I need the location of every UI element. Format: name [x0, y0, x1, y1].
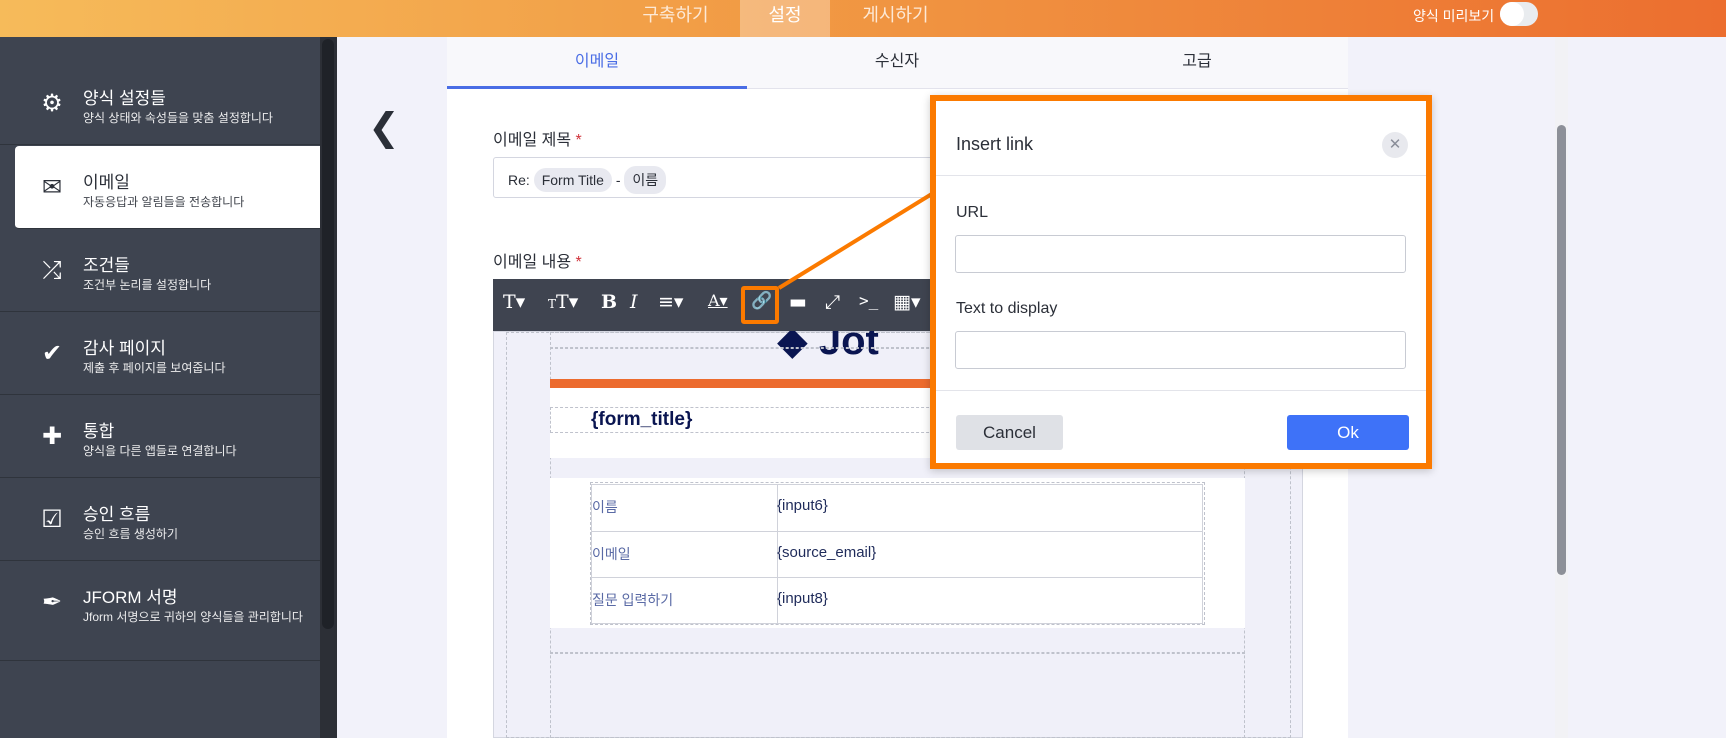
callout-line: [777, 190, 937, 290]
insert-link-dialog: Insert link ✕ URL Text to display Cancel…: [930, 95, 1432, 469]
page-scrollbar[interactable]: [1555, 37, 1568, 738]
text-to-display-label: Text to display: [956, 300, 1058, 317]
scrollbar-thumb[interactable]: [1557, 125, 1566, 575]
text-to-display-input[interactable]: [955, 331, 1406, 369]
dialog-title: Insert link: [956, 134, 1034, 154]
ok-button[interactable]: Ok: [1287, 415, 1409, 450]
divider: [936, 390, 1426, 391]
url-label: URL: [956, 204, 989, 221]
divider: [936, 175, 1426, 176]
close-icon[interactable]: ✕: [1382, 132, 1408, 158]
url-input[interactable]: [955, 235, 1406, 273]
cancel-button[interactable]: Cancel: [956, 415, 1063, 450]
